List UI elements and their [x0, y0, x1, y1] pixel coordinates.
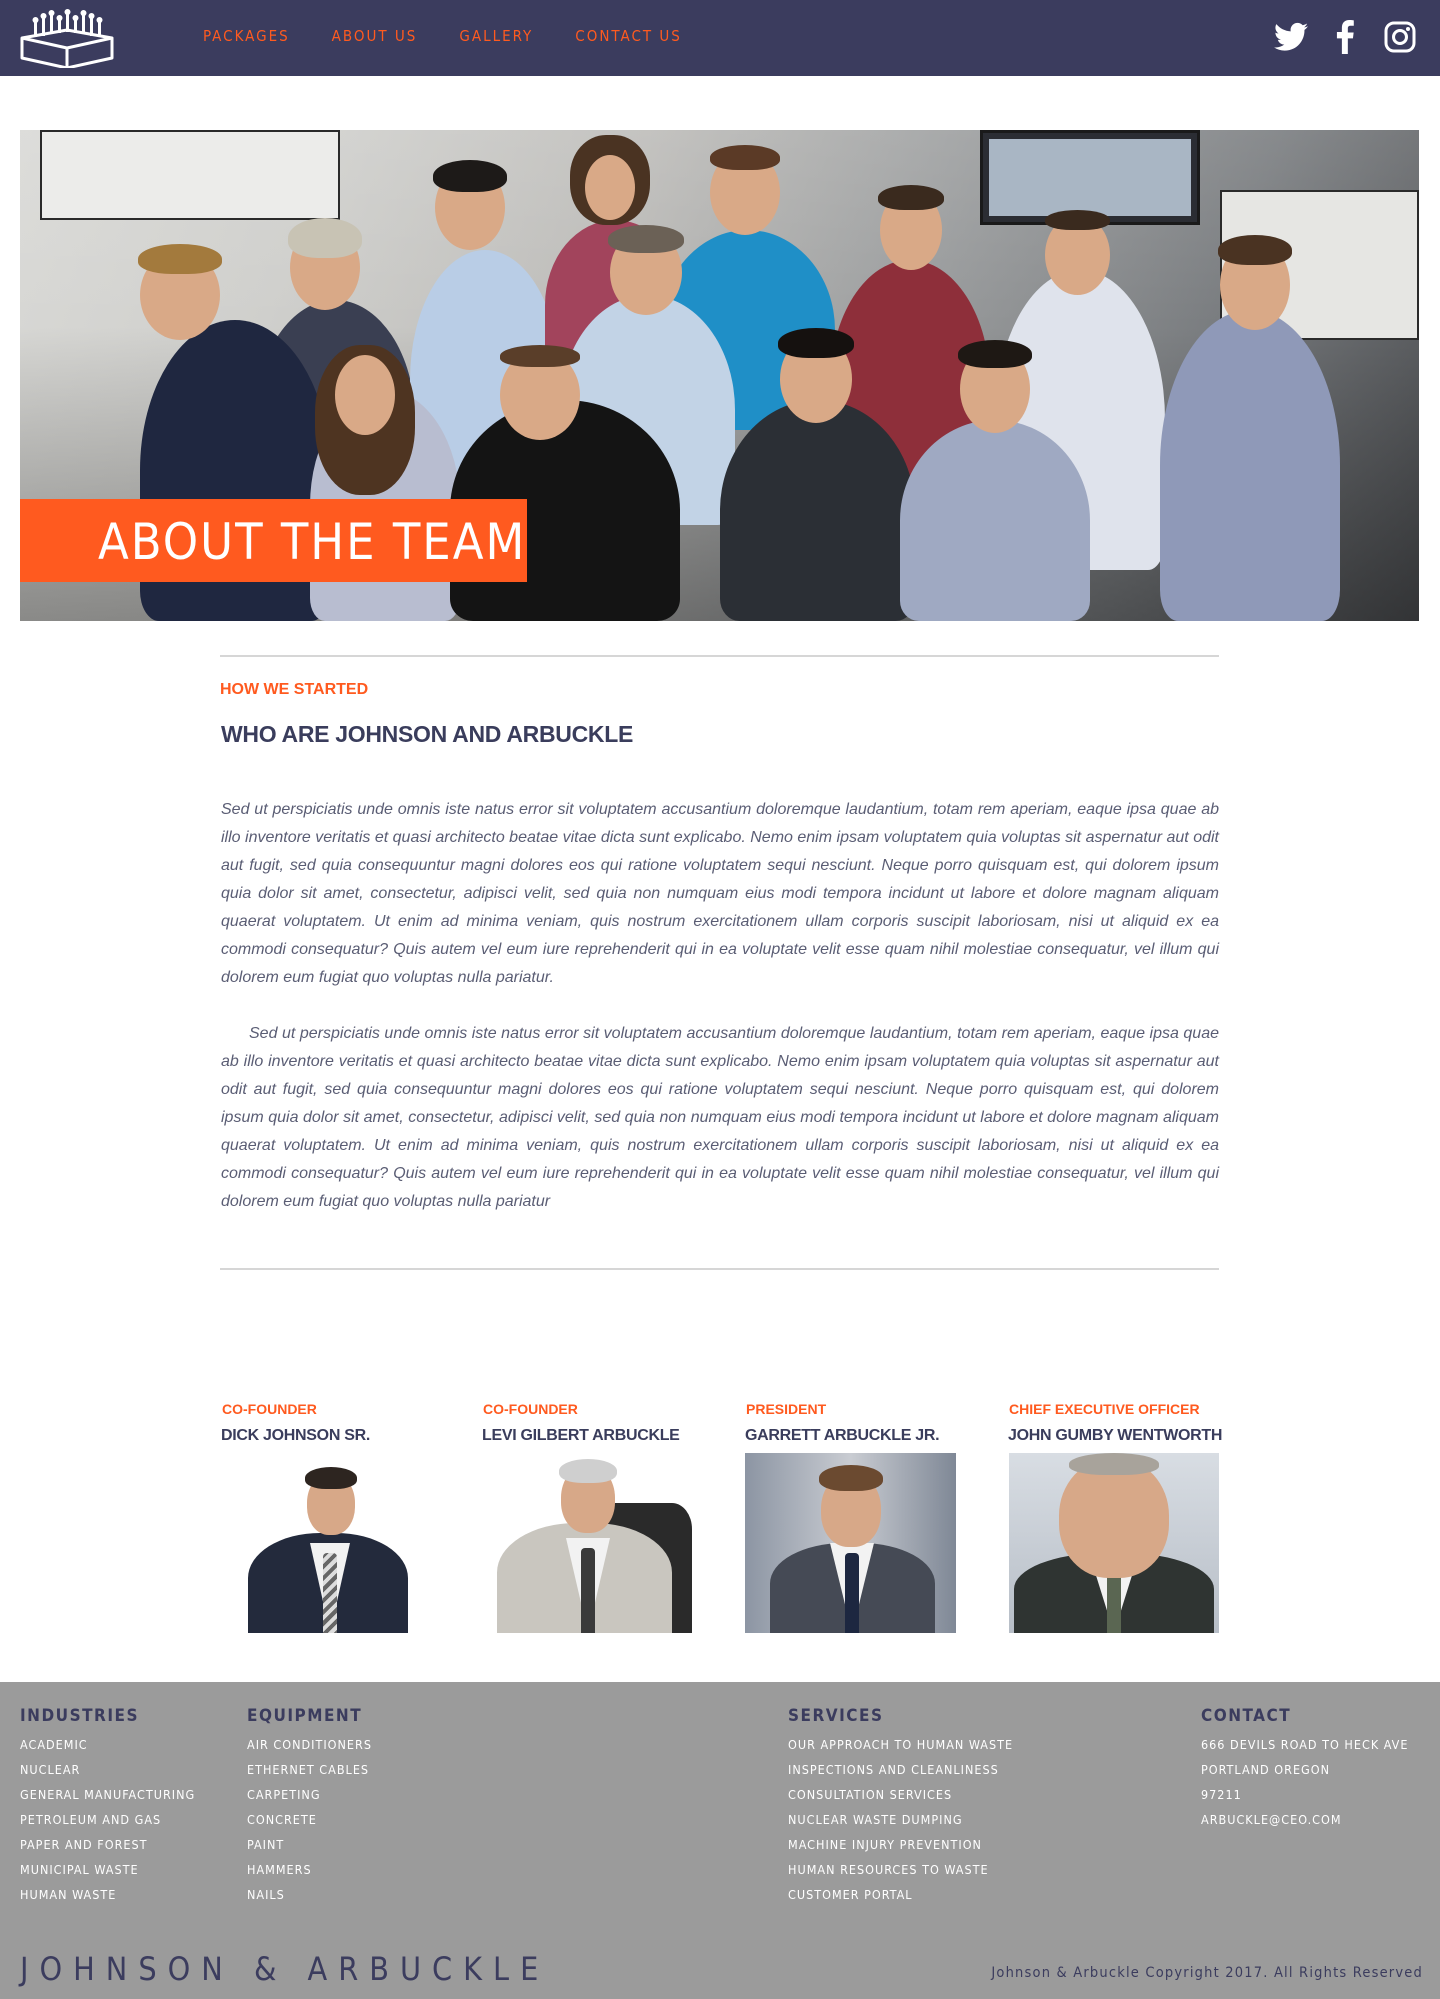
team-member-face: [585, 155, 635, 220]
portrait-levi-arbuckle: [482, 1453, 694, 1633]
team-member-face: [335, 355, 395, 435]
footer-services: SERVICES OUR APPROACH TO HUMAN WASTE INS…: [788, 1706, 1013, 1907]
team-member-hair: [608, 225, 684, 253]
footer-contact: CONTACT 666 DEVILS ROAD TO HECK AVE PORT…: [1201, 1706, 1408, 1832]
footer-link[interactable]: INSPECTIONS AND CLEANLINESS: [788, 1757, 1013, 1782]
footer-brand: JOHNSON & ARBUCKLE: [20, 1950, 550, 1988]
team-member-hair: [878, 185, 944, 210]
hero-title-banner: ABOUT THE TEAM: [20, 499, 527, 582]
team-member-hair: [778, 328, 854, 358]
team-member-role: CO-FOUNDER: [483, 1401, 578, 1417]
contact-email-link[interactable]: ARBUCKLE@CEO.COM: [1201, 1807, 1408, 1832]
team-member-role: CO-FOUNDER: [222, 1401, 317, 1417]
nav-link-contact-us[interactable]: CONTACT US: [575, 27, 682, 45]
story-eyebrow: HOW WE STARTED: [220, 681, 369, 698]
footer-link[interactable]: CONSULTATION SERVICES: [788, 1782, 1013, 1807]
team-member-figure: [1160, 310, 1340, 621]
team-member-figure: [900, 420, 1090, 621]
section-divider: [220, 655, 1219, 657]
footer-link[interactable]: NUCLEAR: [20, 1757, 195, 1782]
footer-link[interactable]: NUCLEAR WASTE DUMPING: [788, 1807, 1013, 1832]
footer-copyright: Johnson & Arbuckle Copyright 2017. All R…: [991, 1965, 1423, 1981]
portrait-tie: [845, 1553, 859, 1633]
portrait-tie: [581, 1548, 595, 1633]
instagram-icon[interactable]: [1384, 21, 1416, 53]
team-member-hair: [433, 160, 507, 192]
footer-link[interactable]: HAMMERS: [247, 1857, 372, 1882]
footer-industries: INDUSTRIES ACADEMIC NUCLEAR GENERAL MANU…: [20, 1706, 195, 1907]
footer-link[interactable]: PAINT: [247, 1832, 372, 1857]
team-card: PRESIDENT GARRETT ARBUCKLE JR.: [745, 1401, 965, 1445]
nav-link-gallery[interactable]: GALLERY: [459, 27, 533, 45]
team-card: CO-FOUNDER DICK JOHNSON SR.: [221, 1401, 441, 1445]
story-title: WHO ARE JOHNSON AND ARBUCKLE: [221, 721, 633, 747]
contact-city: PORTLAND OREGON: [1201, 1762, 1331, 1777]
contact-zip: 97211: [1201, 1787, 1242, 1802]
team-card: CO-FOUNDER LEVI GILBERT ARBUCKLE: [482, 1401, 702, 1445]
team-member-name: LEVI GILBERT ARBUCKLE: [482, 1427, 680, 1444]
team-member-hair: [500, 345, 580, 367]
footer-link[interactable]: CUSTOMER PORTAL: [788, 1882, 1013, 1907]
office-desk: [40, 130, 340, 220]
team-member-hair: [958, 340, 1032, 368]
footer-link[interactable]: ETHERNET CABLES: [247, 1757, 372, 1782]
portrait-hair: [1069, 1453, 1159, 1475]
footer-link[interactable]: NAILS: [247, 1882, 372, 1907]
team-card: CHIEF EXECUTIVE OFFICER JOHN GUMBY WENTW…: [1008, 1401, 1228, 1445]
team-member-hair: [1045, 210, 1110, 230]
contact-address: 666 DEVILS ROAD TO HECK AVE: [1201, 1737, 1409, 1752]
monitor-screen: [989, 139, 1191, 216]
footer-link[interactable]: PAPER AND FOREST: [20, 1832, 195, 1857]
portrait-face: [1059, 1458, 1169, 1578]
team-member-name: DICK JOHNSON SR.: [221, 1427, 370, 1444]
section-divider: [220, 1268, 1219, 1270]
portrait-tie: [323, 1553, 337, 1633]
portrait-hair: [305, 1467, 357, 1489]
team-member-hair: [1218, 235, 1292, 265]
footer-link[interactable]: MACHINE INJURY PREVENTION: [788, 1832, 1013, 1857]
portrait-john-wentworth: [1009, 1453, 1219, 1633]
team-member-role: PRESIDENT: [746, 1401, 827, 1417]
twitter-icon[interactable]: [1274, 22, 1308, 52]
portrait-dick-johnson: [220, 1453, 412, 1633]
portrait-hair: [819, 1465, 883, 1491]
team-member-figure: [720, 400, 915, 621]
footer-heading: SERVICES: [788, 1706, 884, 1726]
footer-link[interactable]: GENERAL MANUFACTURING: [20, 1782, 195, 1807]
footer-link[interactable]: HUMAN RESOURCES TO WASTE: [788, 1857, 1013, 1882]
site-footer: INDUSTRIES ACADEMIC NUCLEAR GENERAL MANU…: [0, 1682, 1440, 1999]
team-member-name: JOHN GUMBY WENTWORTH: [1008, 1427, 1223, 1444]
team-member-role: CHIEF EXECUTIVE OFFICER: [1009, 1401, 1200, 1417]
footer-heading: CONTACT: [1201, 1706, 1292, 1726]
portrait-garrett-arbuckle: [745, 1453, 956, 1633]
top-nav: PACKAGES ABOUT US GALLERY CONTACT US: [0, 0, 1440, 76]
footer-link[interactable]: CONCRETE: [247, 1807, 372, 1832]
footer-link[interactable]: CARPETING: [247, 1782, 372, 1807]
story-paragraph: Sed ut perspiciatis unde omnis iste natu…: [221, 1025, 1219, 1210]
footer-link[interactable]: MUNICIPAL WASTE: [20, 1857, 195, 1882]
stage-box-logo-icon[interactable]: [20, 8, 114, 70]
team-member-hair: [138, 244, 222, 274]
team-member-hair: [710, 145, 780, 170]
facebook-icon[interactable]: [1336, 20, 1354, 54]
team-hero-photo: ABOUT THE TEAM: [20, 130, 1419, 621]
footer-heading: EQUIPMENT: [247, 1706, 363, 1726]
footer-heading: INDUSTRIES: [20, 1706, 139, 1726]
main-menu: PACKAGES ABOUT US GALLERY CONTACT US: [203, 27, 724, 45]
team-member-hair: [288, 218, 362, 258]
footer-link[interactable]: HUMAN WASTE: [20, 1882, 195, 1907]
footer-link[interactable]: ACADEMIC: [20, 1732, 195, 1757]
portrait-hair: [559, 1459, 617, 1483]
nav-link-packages[interactable]: PACKAGES: [203, 27, 290, 45]
nav-link-about-us[interactable]: ABOUT US: [332, 27, 418, 45]
footer-equipment: EQUIPMENT AIR CONDITIONERS ETHERNET CABL…: [247, 1706, 372, 1907]
footer-link[interactable]: PETROLEUM AND GAS: [20, 1807, 195, 1832]
team-member-name: GARRETT ARBUCKLE JR.: [745, 1427, 940, 1444]
story-paragraph: Sed ut perspiciatis unde omnis iste natu…: [221, 801, 1219, 986]
footer-link[interactable]: AIR CONDITIONERS: [247, 1732, 372, 1757]
footer-link[interactable]: OUR APPROACH TO HUMAN WASTE: [788, 1732, 1013, 1757]
hero-title: ABOUT THE TEAM: [98, 513, 527, 571]
